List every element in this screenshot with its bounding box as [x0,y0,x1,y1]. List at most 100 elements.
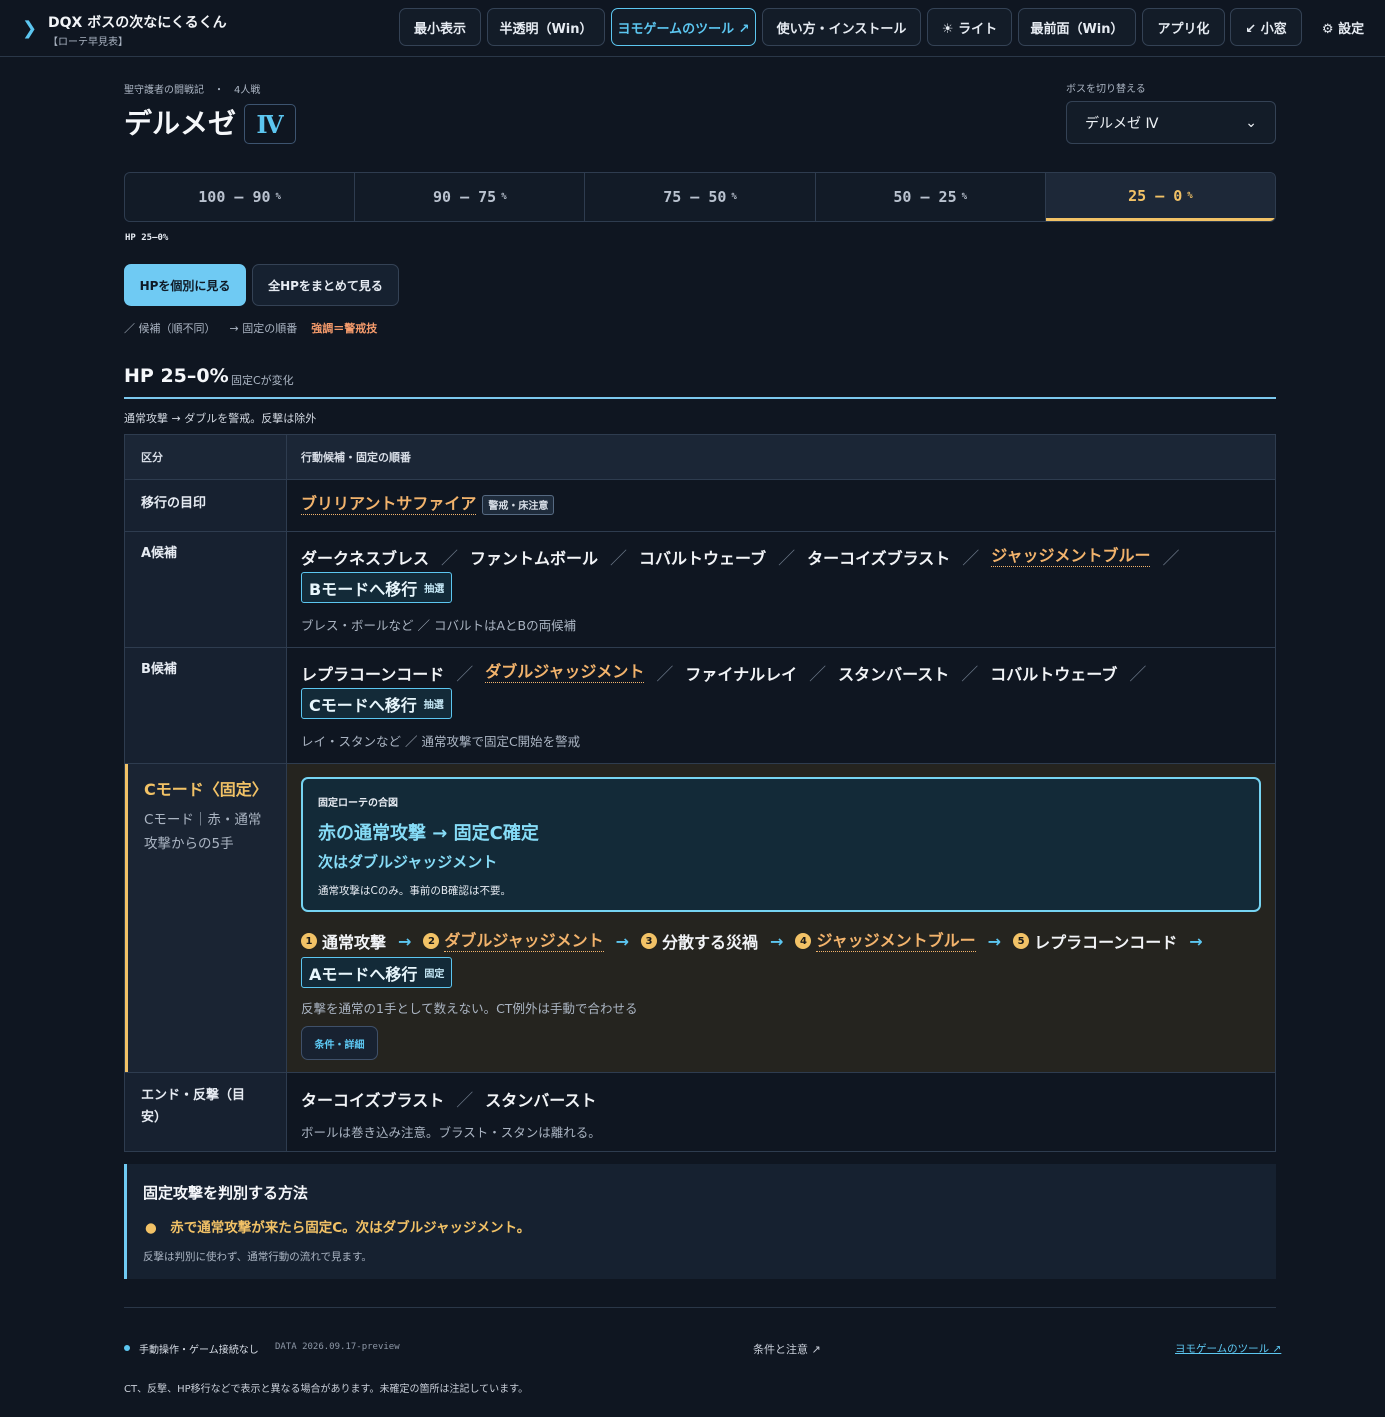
rotation-table: 区分 行動候補・固定の順番 移行の目印 ブリリアントサファイア 警戒・床注意 A… [124,434,1276,1152]
status-dot-icon [124,1345,130,1351]
footer-conditions-link[interactable]: 条件と注意 ↗ [753,1341,821,1357]
signal-caption: 固定ローテの合図 [318,798,398,809]
view-all-button[interactable]: 全HPをまとめて見る [252,264,399,306]
skill-a-3: コバルトウェーブ [639,548,767,568]
chevron-down-icon: ⌄ [1245,114,1257,131]
section-divider [124,397,1276,399]
step-3: 分散する災禍 [662,933,759,952]
step-number-3: 3 [641,933,658,949]
row-label-a: A候補 [141,546,178,561]
table-row-a: A候補 ダークネスブレス／ ファントムボール／ コバルトウェーブ／ ターコイズブ… [125,532,1275,648]
conditions-detail-button[interactable]: 条件・詳細 [301,1026,378,1060]
boss-select-value: デルメゼ Ⅳ [1085,115,1159,132]
always-on-top-button[interactable]: 最前面（Win） [1018,8,1136,46]
legend-candidates: ／ 候補（順不同） [124,322,216,335]
row-a-note: ブレス・ボールなど ／ コバルトはAとBの両候補 [301,618,577,633]
row-label-transition: 移行の目印 [141,496,207,511]
row-end-note: ボールは巻き込み注意。ブラスト・スタンは離れる。 [301,1125,601,1140]
header-category: 区分 [141,451,163,464]
howto-button[interactable]: 使い方・インストール [762,8,921,46]
section-note: 固定Cが変化 [231,374,294,387]
install-app-button[interactable]: アプリ化 [1142,8,1225,46]
skill-b-4: スタンバースト [838,664,950,684]
step-5: レプラコーンコード [1034,933,1178,952]
fixed-rotation-signal: 固定ローテの合図 赤の通常攻撃 → 固定C確定 次はダブルジャッジメント 通常攻… [301,777,1261,912]
legend: ／ 候補（順不同） → 固定の順番 強調＝警戒技 [124,320,377,336]
skill-a-2: ファントムボール [470,548,599,568]
tab-hp-90-75[interactable]: 90 – 75% [355,173,586,221]
step-4: ジャッジメントブルー [816,930,976,952]
tab-hp-25-0[interactable]: 25 – 0% [1045,173,1275,221]
footer-tools-link[interactable]: ヨモゲームのツール ↗ [1175,1341,1281,1356]
hp-tabs: 100 – 90% 90 – 75% 75 – 50% 50 – 25% 25 … [124,172,1276,222]
translucent-button[interactable]: 半透明（Win） [487,8,605,46]
row-b-note: レイ・スタンなど ／ 通常攻撃で固定C開始を警戒 [301,734,581,749]
identify-method-box: 固定攻撃を判別する方法 ● 赤で通常攻撃が来たら固定C。次はダブルジャッジメント… [124,1164,1276,1279]
tab-hp-75-50[interactable]: 75 – 50% [585,173,816,221]
footer-status: 手動操作・ゲーム接続なし [139,1345,259,1356]
signal-main: 赤の通常攻撃 → 固定C確定 [318,823,539,844]
step-2: ダブルジャッジメント [444,930,604,952]
table-row-end: エンド・反撃（目 安） ターコイズブラスト／ スタンバースト ボールは巻き込み注… [125,1073,1275,1151]
row-c-note: 反撃を通常の1手として数えない。CT例外は手動で合わせる [301,1001,638,1016]
step-number-5: 5 [1013,933,1030,949]
tools-link-button[interactable]: ヨモゲームのツール ↗ [611,8,756,46]
table-row-c: Cモード〈固定〉 Cモード｜赤・通常 攻撃からの5手 固定ローテの合図 赤の通常… [125,764,1275,1073]
arrow-right-icon: → [770,931,784,951]
footer-data-version: DATA 2026.09.17-preview [275,1342,400,1352]
light-theme-button[interactable]: ☀ ライト [927,8,1012,46]
header-actions: 行動候補・固定の順番 [301,451,411,464]
step-number-2: 2 [423,933,440,949]
row-c-sub-1: Cモード｜赤・通常 [144,812,262,828]
step-number-4: 4 [795,933,812,949]
row-label-end-2: 安） [141,1110,168,1125]
method-title: 固定攻撃を判別する方法 [143,1184,309,1202]
table-header: 区分 行動候補・固定の順番 [125,435,1275,480]
boss-category: 聖守護者の闘戦記 ・ 4人戦 [124,85,261,96]
mode-a-transition: Aモードへ移行 固定 [301,957,453,988]
tab-hp-50-25[interactable]: 50 – 25% [816,173,1046,221]
skill-b-5: コバルトウェーブ [990,664,1118,684]
skill-a-1: ダークネスブレス [301,548,430,568]
legend-fixed: → 固定の順番 [229,322,298,335]
row-label-end-1: エンド・反撃（目 [141,1088,246,1103]
arrow-right-icon: → [987,931,1002,951]
arrow-right-icon: → [615,931,630,951]
signal-note: 通常攻撃はCのみ。事前のB確認は不要。 [318,885,512,897]
section-description: 通常攻撃 → ダブルを警戒。反撃は除外 [124,412,317,425]
skill-a-4: ターコイズブラスト [807,548,951,568]
method-note: 反撃は判別に使わず、通常行動の流れで見ます。 [143,1251,372,1263]
skill-b-3: ファイナルレイ [685,664,798,684]
app-subtitle: 【ローテ早見表】 [48,37,128,48]
skill-b-2: ダブルジャッジメント [485,662,645,683]
small-window-button[interactable]: ↙ 小窓 [1230,8,1302,46]
table-row-transition: 移行の目印 ブリリアントサファイア 警戒・床注意 [125,480,1275,532]
skill-b-1: レプラコーンコード [301,664,445,684]
footer-disclaimer: CT、反撃、HP移行などで表示と異なる場合があります。未確定の箇所は注記していま… [124,1384,529,1395]
skill-end-1: ターコイズブラスト [301,1090,445,1110]
method-item: ● 赤で通常攻撃が来たら固定C。次はダブルジャッジメント。 [145,1220,531,1236]
step-number-1: 1 [301,933,317,949]
skill-a-5: ジャッジメントブルー [991,546,1151,567]
row-label-b: B候補 [141,662,177,677]
row-c-sub-2: 攻撃からの5手 [144,836,234,852]
arrow-right-icon: → [398,931,412,951]
boss-select[interactable]: デルメゼ Ⅳ ⌄ [1066,101,1276,144]
section-title: HP 25–0% [124,365,229,387]
warning-tag: 警戒・床注意 [482,494,555,515]
minimal-view-button[interactable]: 最小表示 [399,8,481,46]
signal-next: 次はダブルジャッジメント [318,853,498,871]
skill-brilliant-sapphire: ブリリアントサファイア [301,494,477,515]
boss-name: デルメゼ [124,107,237,140]
view-individual-button[interactable]: HPを個別に見る [124,264,246,306]
step-1: 通常攻撃 [322,933,387,952]
hp-indicator: HP 25–0% [125,233,169,243]
skill-end-2: スタンバースト [485,1090,597,1110]
table-row-b: B候補 レプラコーンコード／ ダブルジャッジメント／ ファイナルレイ／ スタンバ… [125,648,1275,764]
tab-hp-100-90[interactable]: 100 – 90% [125,173,356,221]
boss-level-badge: Ⅳ [244,104,296,144]
settings-button[interactable]: ⚙ 設定 [1310,8,1376,46]
mode-b-transition: Bモードへ移行 抽選 [301,572,453,603]
top-bar: ❯ DQX ボスの次なにくるくん 【ローテ早見表】 最小表示 半透明（Win） … [0,0,1385,57]
legend-warning: 強調＝警戒技 [311,322,378,335]
